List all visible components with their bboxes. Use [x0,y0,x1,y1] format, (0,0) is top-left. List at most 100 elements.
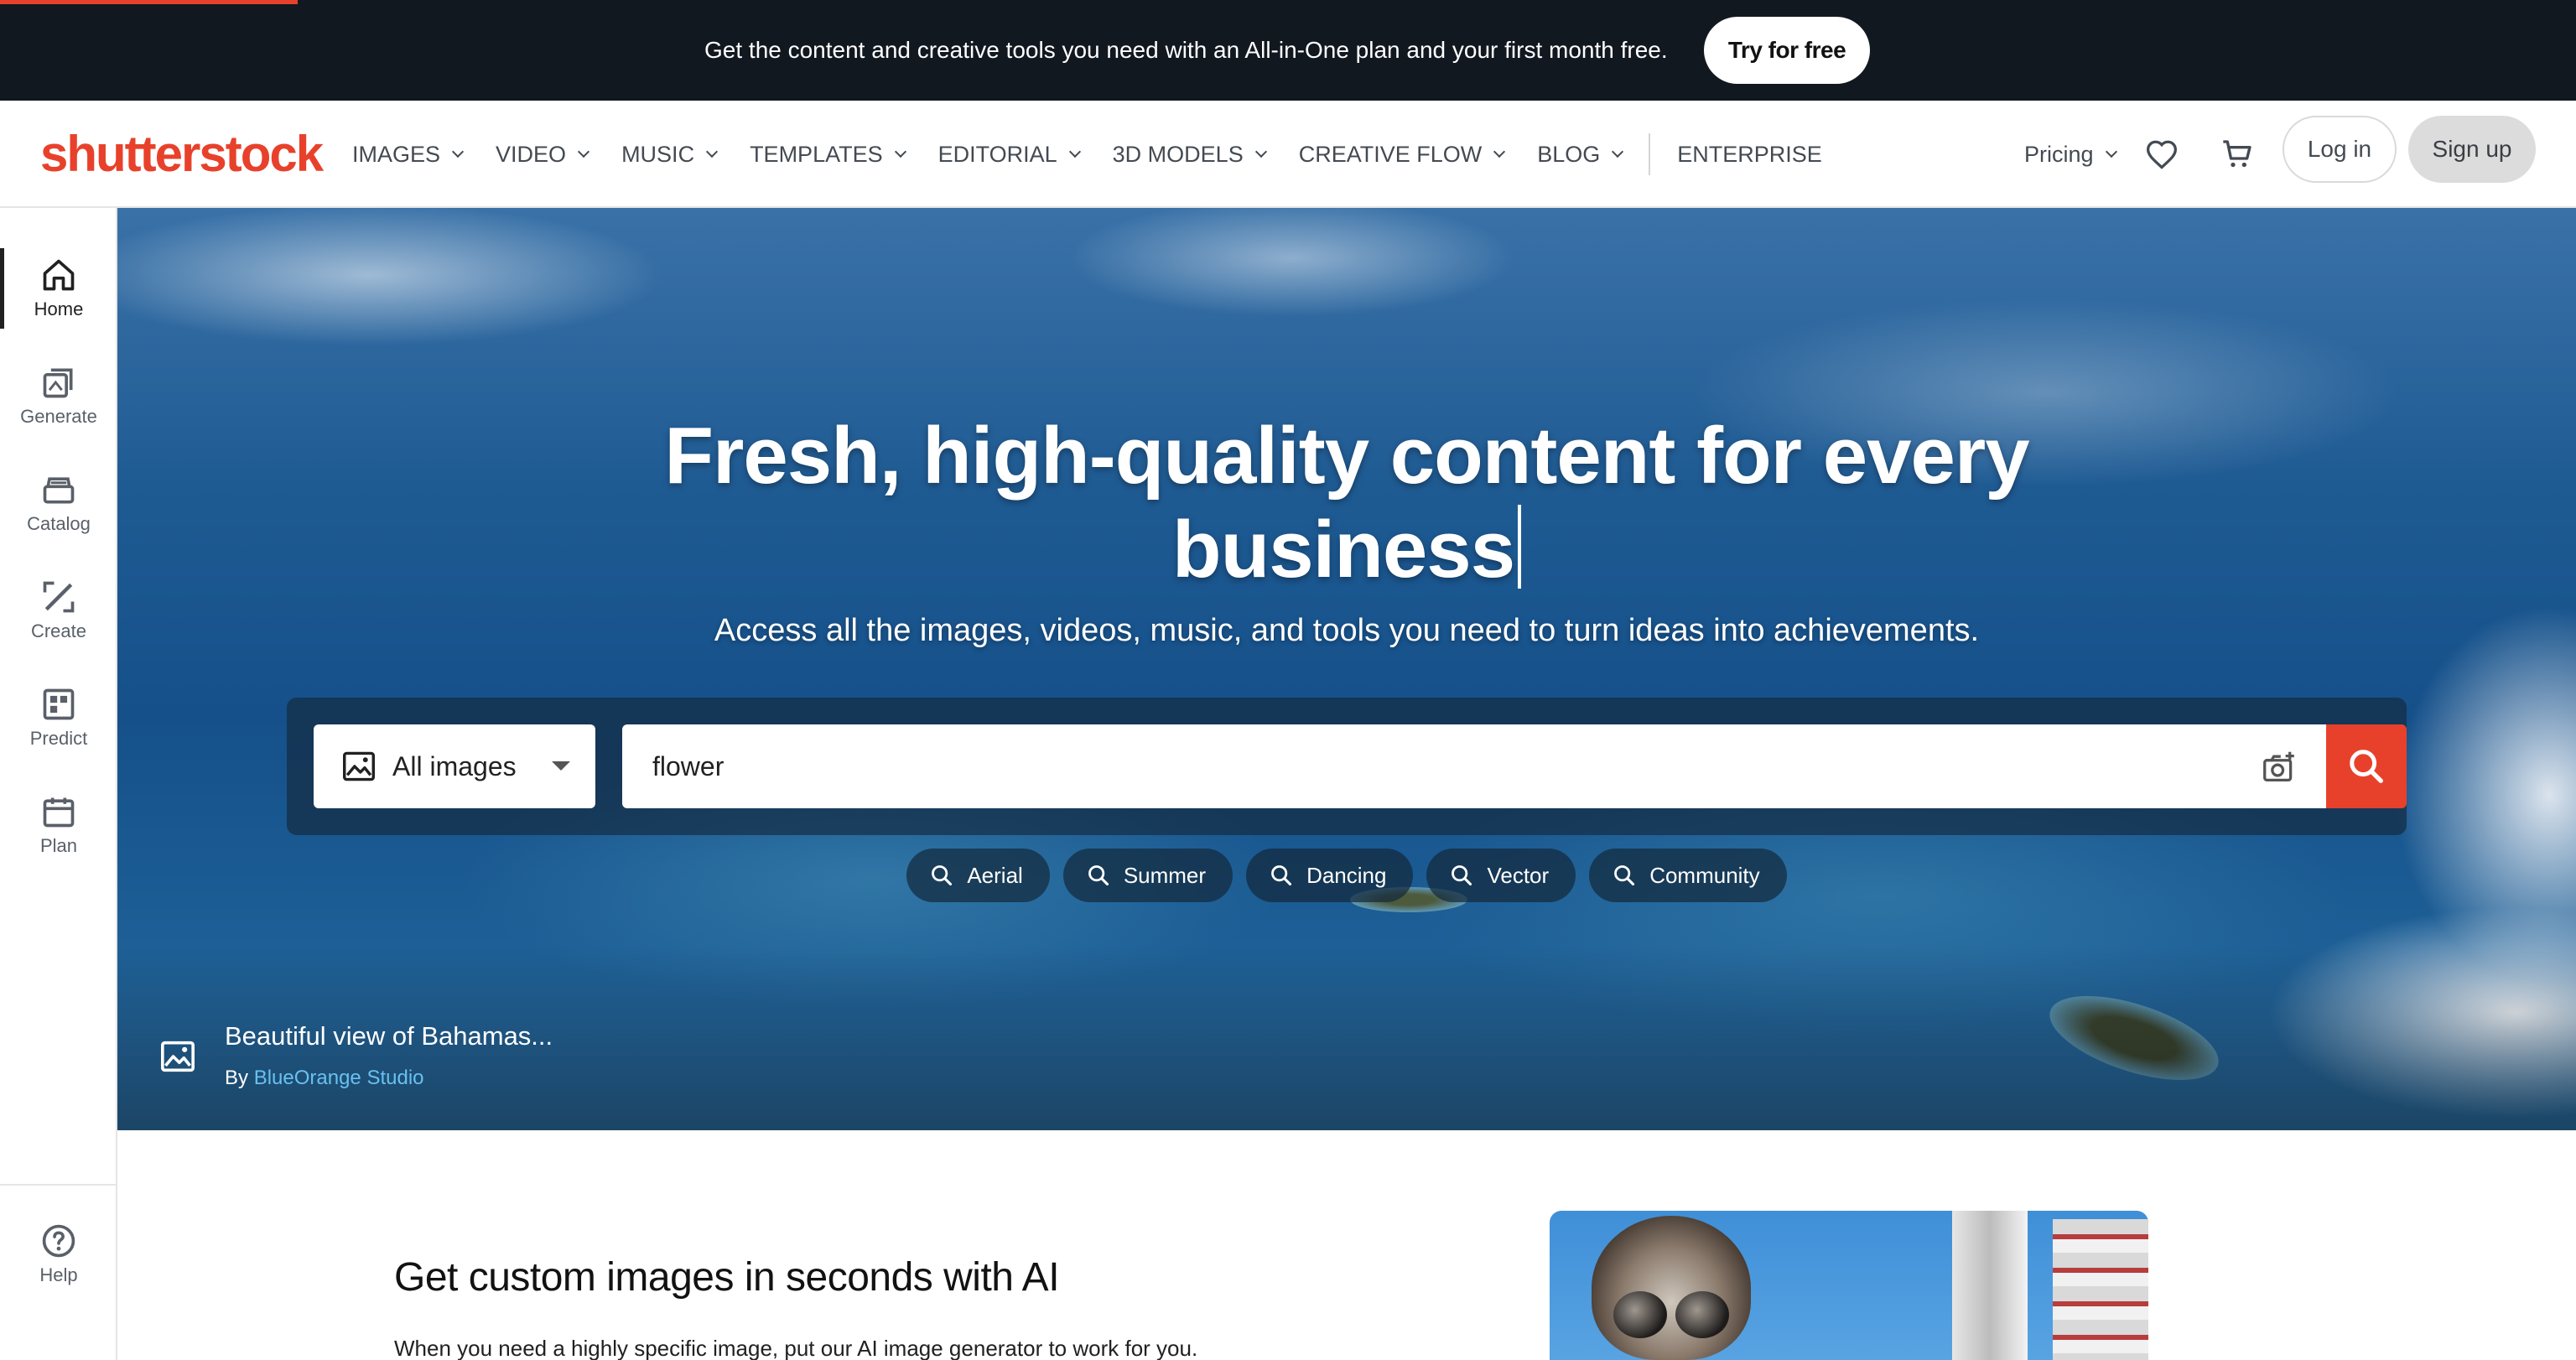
nav-label: CREATIVE FLOW [1298,141,1483,167]
search-icon [2350,750,2383,783]
ai-image-detail [1592,1216,1751,1360]
site-header: shutterstock IMAGES VIDEO MUSIC TEMPLATE… [0,101,2576,208]
search-query: flower [652,750,724,781]
signup-button[interactable]: Sign up [2408,116,2536,183]
chip-label: Aerial [967,862,1023,888]
chip-label: Community [1649,862,1760,888]
chip-label: Dancing [1306,862,1387,888]
nav-music[interactable]: MUSIC [621,141,719,168]
caret-down-icon [552,761,570,771]
nav-video[interactable]: VIDEO [496,141,590,168]
hero-title-line: Fresh, high-quality content for every [664,411,2029,501]
promo-message: Get the content and creative tools you n… [704,37,1668,63]
nav-images[interactable]: IMAGES [352,141,465,168]
sidebar-divider [0,1184,117,1186]
left-sidebar: Home Generate Catalog Create Predict Pla… [0,208,117,1360]
search-icon [1450,864,1473,887]
chevron-down-icon [1493,145,1506,158]
ai-image-detail [1952,1211,2028,1360]
catalog-icon [39,470,79,510]
favorites-button[interactable] [2143,131,2180,178]
search-panel: All images flower [287,698,2407,835]
chevron-down-icon [1068,145,1081,158]
nav-divider [1649,133,1651,175]
chip-dancing[interactable]: Dancing [1246,849,1414,902]
nav-label: 3D MODELS [1112,141,1244,167]
ai-image-detail [1613,1291,1667,1338]
chip-label: Vector [1487,862,1550,888]
sidebar-item-label: Plan [39,835,78,856]
cart-icon [2223,140,2251,168]
nav-label: BLOG [1537,141,1601,167]
hero-subtitle: Access all the images, videos, music, an… [714,613,1980,648]
sidebar-item-predict[interactable]: Predict [0,677,117,761]
home-icon [39,255,79,295]
hero-title-line-2: business [117,503,2576,597]
nav-editorial[interactable]: EDITORIAL [937,141,1081,168]
pricing-menu[interactable]: Pricing [2024,136,2117,173]
pricing-label: Pricing [2024,141,2094,167]
ai-sample-image [1550,1211,2148,1360]
media-type-value: All images [392,750,517,781]
sidebar-item-label: Predict [29,728,88,749]
nav-label: ENTERPRISE [1677,141,1822,167]
search-icon [1270,864,1293,887]
chevron-down-icon [451,145,465,158]
main-nav: IMAGES VIDEO MUSIC TEMPLATES EDITORIAL 3… [352,133,1856,175]
chevron-down-icon [705,145,719,158]
ai-image-detail [1675,1291,1729,1338]
ai-section-text: When you need a highly specific image, p… [394,1336,1198,1360]
caption-title[interactable]: Beautiful view of Bahamas... [225,1021,553,1051]
nav-blog[interactable]: BLOG [1537,141,1624,168]
search-button[interactable] [2326,724,2407,808]
nav-label: EDITORIAL [937,141,1057,167]
create-icon [39,577,79,617]
shutterstock-logo[interactable]: shutterstock [40,124,324,184]
sidebar-item-create[interactable]: Create [0,570,117,654]
chevron-down-icon [1254,145,1267,158]
try-for-free-button[interactable]: Try for free [1704,17,1870,84]
ai-section-heading: Get custom images in seconds with AI [394,1255,1060,1300]
sidebar-item-catalog[interactable]: Catalog [0,463,117,547]
sidebar-item-generate[interactable]: Generate [0,356,117,439]
generate-icon [39,362,79,402]
nav-templates[interactable]: TEMPLATES [750,141,906,168]
caption-author-link[interactable]: BlueOrange Studio [254,1067,424,1089]
predict-icon [39,684,79,724]
cart-button[interactable] [2217,131,2257,178]
chevron-down-icon [1612,145,1624,158]
nav-label: TEMPLATES [750,141,883,167]
sidebar-item-label: Catalog [27,513,91,534]
nav-3d-models[interactable]: 3D MODELS [1112,141,1267,168]
search-icon [930,864,953,887]
heart-icon [2146,140,2178,169]
media-type-select[interactable]: All images [314,724,595,808]
caption-credit: By BlueOrange Studio [225,1067,424,1090]
nav-label: IMAGES [352,141,441,167]
chip-vector[interactable]: Vector [1426,849,1576,902]
nav-label: VIDEO [496,141,567,167]
sidebar-item-help[interactable]: Help [0,1214,117,1298]
chevron-down-icon [894,145,906,158]
image-icon [159,1040,200,1077]
page-load-progress [0,0,298,4]
login-button[interactable]: Log in [2283,116,2397,183]
sidebar-item-home[interactable]: Home [0,248,117,332]
sidebar-item-label: Create [30,620,87,641]
chip-aerial[interactable]: Aerial [906,849,1050,902]
nav-label: MUSIC [621,141,695,167]
sidebar-item-label: Help [39,1264,78,1285]
search-input[interactable]: flower [622,724,2326,808]
camera-search-icon[interactable] [2259,746,2299,786]
help-icon [39,1221,79,1261]
search-icon [1613,864,1636,887]
chip-summer[interactable]: Summer [1062,849,1233,902]
chevron-down-icon [2105,145,2117,158]
sidebar-item-plan[interactable]: Plan [0,785,117,869]
nav-creative-flow[interactable]: CREATIVE FLOW [1298,141,1506,168]
hero-title-word: business [1171,505,1515,594]
nav-enterprise[interactable]: ENTERPRISE [1677,142,1822,168]
search-icon [1087,864,1110,887]
image-icon [340,748,377,785]
chip-community[interactable]: Community [1589,849,1787,902]
